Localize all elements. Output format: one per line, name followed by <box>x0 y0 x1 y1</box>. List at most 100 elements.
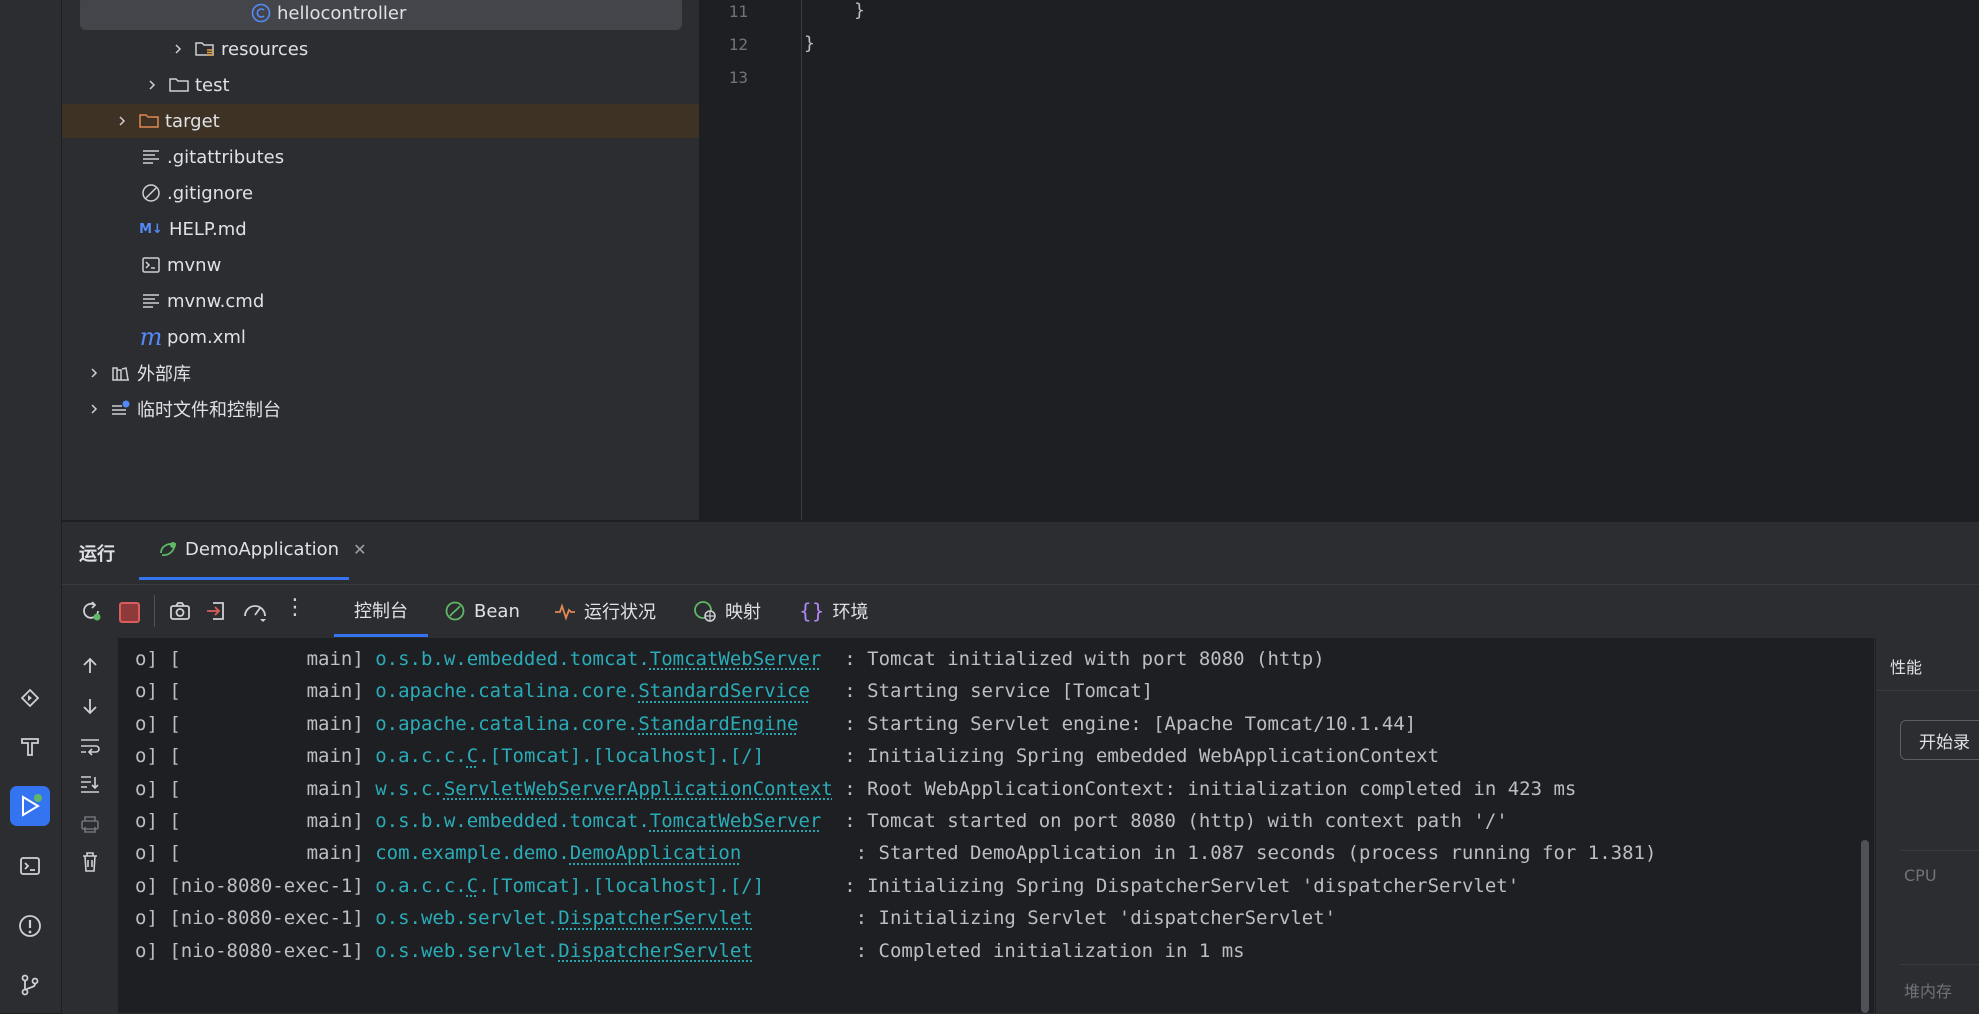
log-class-link[interactable]: TomcatWebServer <box>650 648 822 670</box>
log-class-link[interactable]: TomcatWebServer <box>650 810 822 832</box>
tree-item-target[interactable]: target <box>62 104 699 138</box>
maven-icon: m <box>139 323 163 351</box>
log-message: : Root WebApplicationContext: initializa… <box>844 777 1577 800</box>
tab-console[interactable]: 控制台 <box>334 585 428 637</box>
tab-bean[interactable]: Bean <box>444 585 520 637</box>
tab-label: 映射 <box>725 602 761 623</box>
log-thread: o] [ main] <box>135 842 376 865</box>
toolbar-separator <box>154 595 155 627</box>
log-class-link[interactable]: C <box>467 745 478 767</box>
print-icon[interactable] <box>76 810 104 838</box>
editor-right-margin <box>801 0 802 520</box>
close-icon[interactable]: ✕ <box>353 540 366 559</box>
arrow-down-icon[interactable] <box>76 692 104 720</box>
folder-icon <box>168 74 190 96</box>
log-package: o.s.b.w.embedded.tomcat. <box>375 648 650 670</box>
log-class-link[interactable]: StandardEngine <box>638 713 798 735</box>
run-icon[interactable] <box>10 786 50 826</box>
heap-label: 堆内存 <box>1904 982 1953 1001</box>
log-class-link[interactable]: DispatcherServlet <box>558 907 752 929</box>
text-file-icon <box>140 290 162 312</box>
console-line: o] [ main] o.a.c.c.C.[Tomcat].[localhost… <box>135 740 1439 773</box>
tree-item-label: test <box>195 74 230 96</box>
log-padding <box>798 713 844 735</box>
tab-label: Bean <box>474 600 520 622</box>
tree-item-help-md[interactable]: M↓ HELP.md <box>138 212 247 246</box>
log-package: o.s.web.servlet. <box>375 907 559 930</box>
problems-icon[interactable] <box>10 906 50 946</box>
tree-item-label: mvnw <box>167 254 222 276</box>
console-scrollbar[interactable] <box>1861 840 1869 1013</box>
tree-item-label: .gitignore <box>167 182 254 204</box>
spring-boot-icon <box>157 539 179 561</box>
tree-item-label: resources <box>221 38 309 60</box>
project-tree: hellocontroller resources test target .g… <box>62 0 699 520</box>
git-icon[interactable] <box>10 965 50 1005</box>
rerun-icon[interactable] <box>79 599 103 628</box>
arrow-up-icon[interactable] <box>76 652 104 680</box>
log-padding <box>821 648 844 670</box>
tab-label: 控制台 <box>354 600 408 622</box>
log-padding <box>821 810 844 832</box>
start-recording-button[interactable]: 开始录 <box>1900 720 1979 760</box>
run-title: 运行 <box>79 544 115 565</box>
more-options-icon[interactable]: ⋮ <box>284 597 306 619</box>
log-message: : Started DemoApplication in 1.087 secon… <box>855 842 1657 865</box>
log-thread: o] [ main] <box>135 648 376 670</box>
tree-item-test[interactable]: test <box>142 68 230 102</box>
console-line: o] [ main] w.s.c.ServletWebServerApplica… <box>135 773 1576 806</box>
log-class-link[interactable]: StandardService <box>638 680 810 702</box>
line-number: 13 <box>728 68 748 87</box>
log-padding <box>741 842 855 864</box>
chevron-right-icon[interactable] <box>112 115 132 127</box>
class-icon <box>250 2 272 24</box>
tree-item-label: .gitattributes <box>167 146 285 168</box>
console-line: o] [ main] o.apache.catalina.core.Standa… <box>135 708 1416 741</box>
tab-environment[interactable]: {} 环境 <box>799 585 868 637</box>
services-icon[interactable] <box>10 678 50 718</box>
trash-icon[interactable] <box>76 848 104 876</box>
markdown-icon: M↓ <box>139 221 163 237</box>
log-class-link[interactable]: DemoApplication <box>570 842 742 864</box>
tree-item-gitignore[interactable]: .gitignore <box>140 176 253 210</box>
tree-item-scratches[interactable]: 临时文件和控制台 <box>84 392 281 426</box>
tree-item-mvnw[interactable]: mvnw <box>140 248 221 282</box>
stop-icon[interactable] <box>119 602 140 623</box>
tree-item-mvnw-cmd[interactable]: mvnw.cmd <box>140 284 264 318</box>
log-thread: o] [nio-8080-exec-1] <box>135 874 376 897</box>
log-message: : Tomcat initialized with port 8080 (htt… <box>844 648 1325 670</box>
log-class-link[interactable]: C <box>467 875 478 897</box>
log-class-link[interactable]: DispatcherServlet <box>558 940 752 962</box>
divider <box>1900 850 1979 851</box>
terminal-icon[interactable] <box>10 846 50 886</box>
cpu-label: CPU <box>1904 866 1937 885</box>
tree-item-external-libraries[interactable]: 外部库 <box>84 356 191 390</box>
log-package: w.s.c. <box>375 777 444 800</box>
tree-item-resources[interactable]: resources <box>168 32 308 66</box>
console-line: o] [nio-8080-exec-1] o.a.c.c.C.[Tomcat].… <box>135 870 1519 903</box>
chevron-right-icon[interactable] <box>168 43 188 55</box>
log-padding <box>810 680 844 702</box>
profiler-gauge-icon[interactable] <box>242 599 268 628</box>
build-hammer-icon[interactable] <box>10 726 50 766</box>
log-padding <box>753 940 856 962</box>
code-editor[interactable]: 11 12 13 } } <box>700 0 1979 520</box>
tree-item-hellocontroller[interactable]: hellocontroller <box>80 0 682 30</box>
chevron-right-icon[interactable] <box>84 403 104 415</box>
log-class-link[interactable]: ServletWebServerApplicationContext <box>444 778 833 800</box>
console-side-toolbar <box>62 638 118 1013</box>
tree-item-pom-xml[interactable]: m pom.xml <box>140 320 246 354</box>
log-thread: o] [ main] <box>135 777 376 800</box>
tab-mappings[interactable]: 映射 <box>693 585 761 637</box>
exit-icon[interactable] <box>204 599 228 628</box>
chevron-right-icon[interactable] <box>84 367 104 379</box>
code-line: } <box>854 0 865 21</box>
tree-item-gitattributes[interactable]: .gitattributes <box>140 140 284 174</box>
scroll-to-end-icon[interactable] <box>76 770 104 798</box>
soft-wrap-icon[interactable] <box>76 732 104 760</box>
log-thread: o] [ main] <box>135 745 376 768</box>
camera-icon[interactable] <box>168 599 192 628</box>
tab-demoapplication[interactable]: DemoApplication ✕ <box>139 522 366 580</box>
chevron-right-icon[interactable] <box>142 79 162 91</box>
tab-health[interactable]: 运行状况 <box>554 585 656 637</box>
